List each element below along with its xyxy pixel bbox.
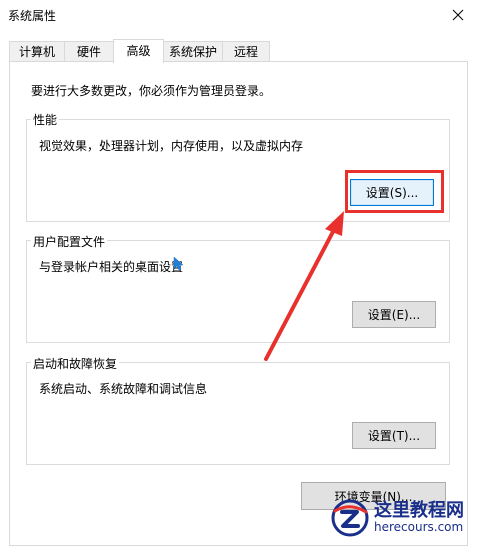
annotation-highlight-box [345, 170, 444, 213]
tab-remote[interactable]: 远程 [222, 41, 270, 61]
user-profiles-title: 用户配置文件 [31, 233, 108, 250]
tab-advanced[interactable]: 高级 [113, 39, 164, 63]
window-title: 系统属性 [8, 9, 57, 23]
tab-computer-name[interactable]: 计算机名 [9, 41, 65, 79]
user-profiles-desc: 与登录帐户相关的桌面设置 [39, 260, 184, 274]
watermark-sub-text: herecours.com [374, 520, 464, 535]
watermark-logo-icon [331, 499, 369, 537]
watermark: 这里教程网 herecours.com [330, 496, 478, 540]
performance-title: 性能 [31, 111, 60, 128]
close-button[interactable] [438, 0, 478, 30]
title-bar: 系统属性 [0, 0, 478, 30]
startup-recovery-group [26, 362, 450, 465]
mouse-cursor-icon [173, 257, 183, 271]
startup-recovery-settings-button[interactable]: 设置(T)... [352, 422, 436, 449]
user-profiles-settings-button[interactable]: 设置(E)... [352, 301, 436, 328]
tab-system-protection[interactable]: 系统保护 [163, 41, 223, 61]
startup-recovery-desc: 系统启动、系统故障和调试信息 [39, 382, 208, 396]
performance-desc: 视觉效果，处理器计划，内存使用，以及虚拟内存 [39, 139, 304, 153]
admin-note: 要进行大多数更改，你必须作为管理员登录。 [31, 84, 272, 98]
close-icon [452, 9, 464, 21]
tab-hardware[interactable]: 硬件 [64, 41, 114, 61]
watermark-main-text: 这里教程网 [374, 500, 464, 522]
startup-recovery-title: 启动和故障恢复 [31, 355, 120, 372]
